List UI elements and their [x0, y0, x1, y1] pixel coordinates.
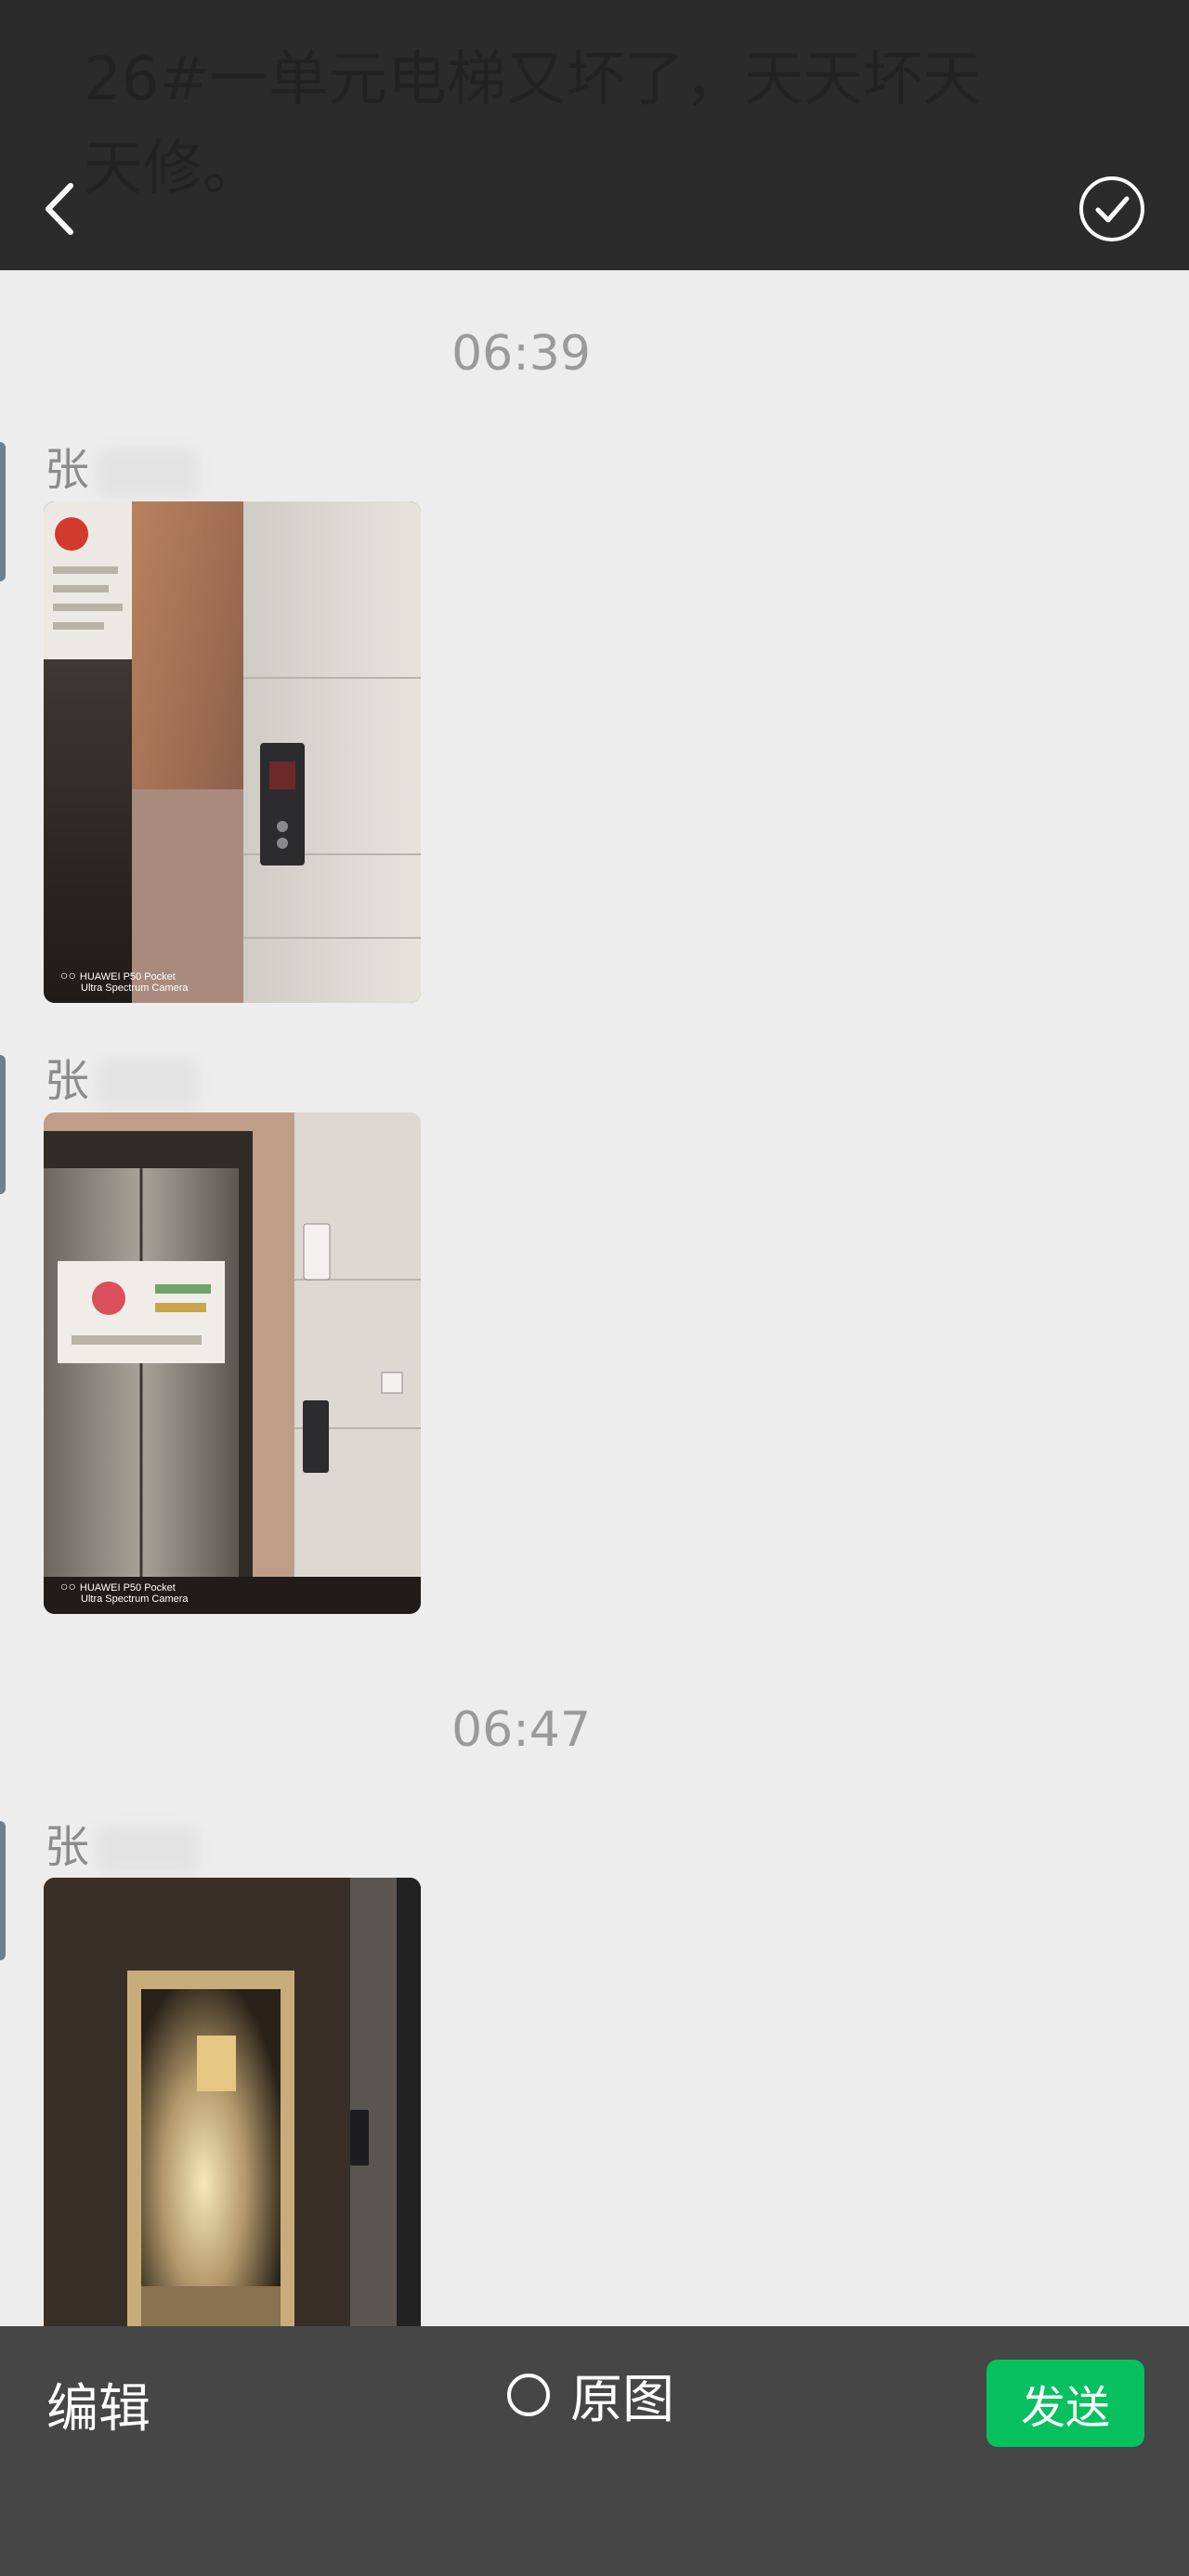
background-message-text: 26#一单元电梯又坏了，天天坏天天修。: [84, 46, 983, 203]
photo-watermark: ○○ HUAWEI P50 Pocket Ultra Spectrum Camer…: [60, 968, 189, 994]
avatar[interactable]: [0, 1055, 6, 1194]
redacted-name: [97, 1826, 200, 1874]
avatar[interactable]: [0, 1821, 6, 1960]
edit-button[interactable]: 编辑: [46, 2367, 150, 2442]
redacted-name: [97, 449, 200, 497]
radio-icon[interactable]: [507, 2374, 550, 2416]
back-button[interactable]: [37, 176, 84, 241]
check-circle-icon: [1079, 176, 1144, 241]
bottom-toolbar: 编辑 原图 发送: [0, 2326, 1189, 2576]
photo-message[interactable]: ○○ HUAWEI P50 Pocket Ultra Spectrum Camer…: [44, 1112, 421, 1614]
chat-history: 06:39 张 ○○ HUAWEI P50 Pocket Ultra Spect…: [0, 270, 1189, 2342]
original-image-label: 原图: [570, 2369, 674, 2430]
timestamp: 06:39: [451, 326, 591, 382]
timestamp: 06:47: [451, 1702, 591, 1758]
avatar[interactable]: [0, 442, 6, 581]
sender-name: 张: [45, 433, 200, 498]
send-button[interactable]: 发送: [986, 2360, 1144, 2447]
elevator-interior-photo: [44, 1878, 421, 2342]
elevator-call-panel-photo: [44, 501, 421, 1003]
sender-name: 张: [45, 1810, 200, 1875]
chevron-left-icon: [46, 183, 73, 235]
sender-name: 张: [45, 1044, 200, 1109]
confirm-button[interactable]: [1078, 175, 1146, 243]
original-image-toggle[interactable]: 原图: [507, 2361, 674, 2430]
photo-watermark: ○○ HUAWEI P50 Pocket Ultra Spectrum Camer…: [60, 1579, 189, 1605]
redacted-name: [97, 1060, 200, 1108]
top-bar: 26#一单元电梯又坏了，天天坏天天修。: [0, 0, 1189, 270]
photo-message[interactable]: [44, 1878, 421, 2342]
elevator-door-photo: [44, 1112, 421, 1614]
photo-message[interactable]: ○○ HUAWEI P50 Pocket Ultra Spectrum Camer…: [44, 501, 421, 1003]
